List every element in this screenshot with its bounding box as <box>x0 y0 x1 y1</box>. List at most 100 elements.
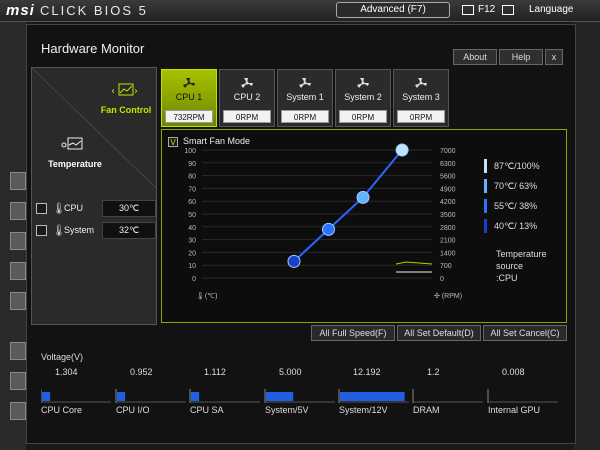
y-tick-right: 4200 <box>440 199 456 206</box>
bios-left-background <box>0 22 26 450</box>
y-tick-left: 90 <box>188 161 196 168</box>
legend-color-bar <box>484 219 487 233</box>
fan-icon <box>162 76 216 88</box>
fan-tab-system3[interactable]: System 3 0RPM <box>393 69 449 127</box>
left-unit-label: 🌡(℃) <box>196 292 217 300</box>
y-tick-right: 2800 <box>440 225 456 232</box>
legend-item: 70℃/ 63% <box>480 176 566 196</box>
voltage-value: 12.192 <box>353 367 381 377</box>
temp-row-cpu: 🌡 CPU 30℃ <box>36 200 156 218</box>
voltage-bars <box>41 389 558 403</box>
voltage-value: 0.952 <box>130 367 153 377</box>
y-tick-left: 0 <box>192 276 196 283</box>
bios-top-bar: msi CLICK BIOS 5 Advanced (F7) F12 Langu… <box>0 0 600 22</box>
bg-block <box>10 342 26 360</box>
fan-tab-cpu1[interactable]: CPU 1 732RPM <box>161 69 217 127</box>
legend-item: 87℃/100% <box>480 156 566 176</box>
bg-block <box>10 172 26 190</box>
svg-text:›: › <box>134 86 138 97</box>
y-tick-right: 0 <box>440 276 444 283</box>
temperature-label: Temperature <box>48 159 102 169</box>
y-tick-left: 30 <box>188 238 196 245</box>
system-temp-label: System <box>64 225 95 235</box>
voltage-value: 1.112 <box>204 367 226 377</box>
fan-tab-system2[interactable]: System 2 0RPM <box>335 69 391 127</box>
advanced-mode-button[interactable]: Advanced (F7) <box>336 2 450 18</box>
curve-point[interactable] <box>356 190 370 204</box>
about-button[interactable]: About <box>453 49 497 65</box>
y-tick-right: 700 <box>440 263 452 270</box>
fan-curve-graph[interactable]: 100 700090 630080 560070 490060 420050 350040 2… <box>162 136 472 324</box>
curve-point[interactable] <box>287 254 301 268</box>
curve-point[interactable] <box>395 143 409 157</box>
fan-rpm: 0RPM <box>281 110 329 123</box>
legend-text: 70℃/ 63% <box>494 181 538 191</box>
voltage-bar <box>42 392 51 401</box>
fan-rpm: 0RPM <box>397 110 445 123</box>
screenshot-icon[interactable] <box>462 5 474 15</box>
language-icon[interactable] <box>502 5 514 15</box>
help-button[interactable]: Help <box>499 49 543 65</box>
legend-text: 87℃/100% <box>494 161 540 171</box>
temperature-button[interactable]: Temperature <box>40 136 110 169</box>
y-tick-left: 60 <box>188 199 196 206</box>
legend-item: 55℃/ 38% <box>480 196 566 216</box>
fan-name: System 2 <box>344 92 382 102</box>
bg-block <box>10 202 26 220</box>
voltage-bar <box>117 392 126 401</box>
cpu-temp-checkbox[interactable] <box>36 203 47 214</box>
bg-block <box>10 402 26 420</box>
temperature-source-value[interactable]: :CPU <box>496 272 566 284</box>
right-unit-label: ✣ (RPM) <box>434 292 462 300</box>
y-tick-right: 7000 <box>440 148 456 155</box>
all-set-cancel-button[interactable]: All Set Cancel(C) <box>483 325 567 341</box>
fan-rpm: 0RPM <box>223 110 271 123</box>
y-tick-left: 100 <box>184 148 196 155</box>
legend-text: 40℃/ 13% <box>494 221 538 231</box>
y-tick-left: 40 <box>188 225 196 232</box>
fan-tab-cpu2[interactable]: CPU 2 0RPM <box>219 69 275 127</box>
voltage-name: System/12V <box>339 405 388 415</box>
voltage-name: CPU SA <box>190 405 224 415</box>
fan-rpm: 732RPM <box>165 110 213 123</box>
voltage-bar <box>191 392 200 401</box>
fan-control-button[interactable]: ‹ › Fan Control <box>96 82 156 115</box>
voltage-value: 1.2 <box>427 367 440 377</box>
bg-block <box>10 232 26 250</box>
curve-point[interactable] <box>322 222 335 236</box>
fan-icon <box>336 76 390 88</box>
voltage-value: 5.000 <box>279 367 302 377</box>
all-set-default-button[interactable]: All Set Default(D) <box>397 325 481 341</box>
rpm-trace <box>395 261 433 265</box>
voltage-value: 0.008 <box>502 367 525 377</box>
f12-label[interactable]: F12 <box>478 4 495 15</box>
legend-color-bar <box>484 159 487 173</box>
bg-block <box>10 292 26 310</box>
voltage-name: CPU I/O <box>116 405 150 415</box>
fan-control-icon: ‹ › <box>111 83 138 97</box>
fan-name: CPU 2 <box>233 92 261 102</box>
close-button[interactable]: x <box>545 49 563 65</box>
y-tick-right: 6300 <box>440 161 456 168</box>
y-tick-right: 4900 <box>440 186 456 193</box>
legend-color-bar <box>484 179 487 193</box>
fan-name: CPU 1 <box>175 92 203 102</box>
voltage-value: 1.304 <box>55 367 78 377</box>
voltage-name: System/5V <box>265 405 309 415</box>
y-tick-left: 10 <box>188 263 196 270</box>
fan-icon <box>394 76 448 88</box>
msi-logo: msi CLICK BIOS 5 <box>6 2 148 19</box>
y-tick-right: 2100 <box>440 238 456 245</box>
bg-block <box>10 262 26 280</box>
system-temp-checkbox[interactable] <box>36 225 47 236</box>
fan-icon <box>220 76 274 88</box>
hardware-monitor-dialog: Hardware Monitor About Help x ‹ › Fan Co… <box>26 24 576 444</box>
y-tick-left: 70 <box>188 186 196 193</box>
y-tick-right: 3500 <box>440 212 456 219</box>
y-tick-left: 20 <box>188 250 196 257</box>
legend-color-bar <box>484 199 487 213</box>
y-tick-right: 1400 <box>440 250 456 257</box>
all-full-speed-button[interactable]: All Full Speed(F) <box>311 325 395 341</box>
fan-tab-system1[interactable]: System 1 0RPM <box>277 69 333 127</box>
language-button[interactable]: Language <box>529 4 574 15</box>
